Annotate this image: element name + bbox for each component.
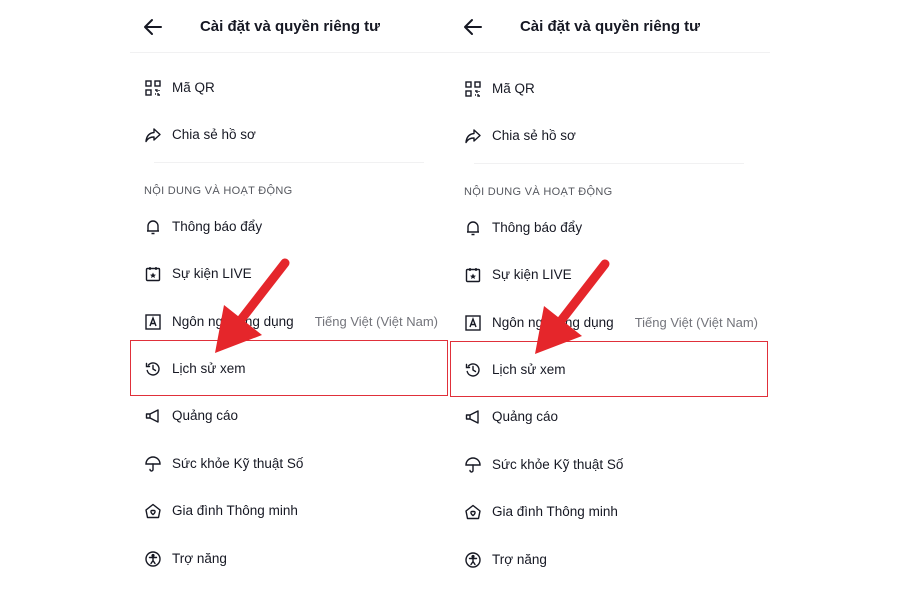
settings-item-family-pairing[interactable]: Gia đình Thông minh: [130, 488, 450, 534]
settings-item-app-language[interactable]: Ngôn ngữ ứng dụng Tiếng Việt (Việt Nam): [450, 300, 770, 346]
settings-item-label: Ngôn ngữ ứng dụng: [172, 314, 294, 329]
settings-item-label: Quảng cáo: [172, 408, 239, 423]
bell-icon: [144, 218, 162, 236]
highlight-box: [130, 340, 448, 396]
section-title: NỘI DUNG VÀ HOẠT ĐỘNG: [464, 186, 613, 198]
settings-item-digital-wellbeing[interactable]: Sức khỏe Kỹ thuật Số: [130, 441, 450, 487]
highlight-box: [450, 341, 768, 397]
share-icon: [464, 127, 482, 145]
header: Cài đặt và quyền riêng tư: [130, 0, 450, 53]
calendar-star-icon: [464, 266, 482, 284]
settings-item-accessibility[interactable]: Trợ năng: [130, 536, 450, 582]
megaphone-icon: [464, 408, 482, 426]
language-icon: [464, 314, 482, 332]
page-title: Cài đặt và quyền riêng tư: [199, 18, 381, 35]
settings-item-qr[interactable]: Mã QR: [450, 66, 770, 112]
settings-item-value: Tiếng Việt (Việt Nam): [634, 315, 758, 330]
settings-item-label: Gia đình Thông minh: [172, 503, 298, 518]
settings-item-accessibility[interactable]: Trợ năng: [450, 537, 770, 583]
settings-item-label: Chia sẻ hồ sơ: [492, 128, 576, 143]
settings-item-label: Thông báo đẩy: [172, 219, 263, 234]
settings-item-live-events[interactable]: Sự kiện LIVE: [130, 251, 450, 297]
settings-item-ads[interactable]: Quảng cáo: [450, 394, 770, 440]
settings-item-digital-wellbeing[interactable]: Sức khỏe Kỹ thuật Số: [450, 442, 770, 488]
header: Cài đặt và quyền riêng tư: [450, 0, 770, 53]
qr-code-icon: [464, 80, 482, 98]
language-icon: [144, 313, 162, 331]
umbrella-icon: [464, 456, 482, 474]
umbrella-icon: [144, 455, 162, 473]
settings-panel-left: Cài đặt và quyền riêng tư Mã QR Chia sẻ …: [130, 0, 450, 600]
settings-item-label: Ngôn ngữ ứng dụng: [492, 315, 614, 330]
settings-item-ads[interactable]: Quảng cáo: [130, 393, 450, 439]
home-heart-icon: [144, 502, 162, 520]
home-heart-icon: [464, 503, 482, 521]
settings-item-label: Thông báo đẩy: [492, 220, 583, 235]
settings-item-app-language[interactable]: Ngôn ngữ ứng dụng Tiếng Việt (Việt Nam): [130, 299, 450, 345]
settings-item-label: Gia đình Thông minh: [492, 504, 618, 519]
settings-item-label: Chia sẻ hồ sơ: [172, 127, 256, 142]
accessibility-icon: [464, 551, 482, 569]
share-icon: [144, 126, 162, 144]
megaphone-icon: [144, 407, 162, 425]
settings-item-label: Sự kiện LIVE: [492, 267, 572, 282]
settings-item-share-profile[interactable]: Chia sẻ hồ sơ: [130, 112, 450, 158]
divider: [474, 163, 744, 164]
settings-item-push-notifications[interactable]: Thông báo đẩy: [450, 205, 770, 251]
settings-item-label: Sự kiện LIVE: [172, 266, 252, 281]
settings-item-label: Trợ năng: [172, 551, 227, 566]
settings-item-qr[interactable]: Mã QR: [130, 65, 450, 111]
settings-item-label: Sức khỏe Kỹ thuật Số: [172, 456, 304, 471]
settings-item-value: Tiếng Việt (Việt Nam): [314, 314, 438, 329]
divider: [154, 162, 424, 163]
settings-item-push-notifications[interactable]: Thông báo đẩy: [130, 204, 450, 250]
page-title: Cài đặt và quyền riêng tư: [519, 18, 701, 35]
settings-item-label: Quảng cáo: [492, 409, 559, 424]
settings-item-family-pairing[interactable]: Gia đình Thông minh: [450, 489, 770, 535]
settings-panel-right: Cài đặt và quyền riêng tư Mã QR Chia sẻ …: [450, 0, 770, 600]
bell-icon: [464, 219, 482, 237]
settings-item-label: Trợ năng: [492, 552, 547, 567]
settings-item-label: Sức khỏe Kỹ thuật Số: [492, 457, 624, 472]
settings-item-live-events[interactable]: Sự kiện LIVE: [450, 252, 770, 298]
accessibility-icon: [144, 550, 162, 568]
settings-item-label: Mã QR: [172, 80, 215, 95]
calendar-star-icon: [144, 265, 162, 283]
settings-item-label: Mã QR: [492, 81, 535, 96]
qr-code-icon: [144, 79, 162, 97]
section-title: NỘI DUNG VÀ HOẠT ĐỘNG: [144, 185, 293, 197]
settings-item-share-profile[interactable]: Chia sẻ hồ sơ: [450, 113, 770, 159]
